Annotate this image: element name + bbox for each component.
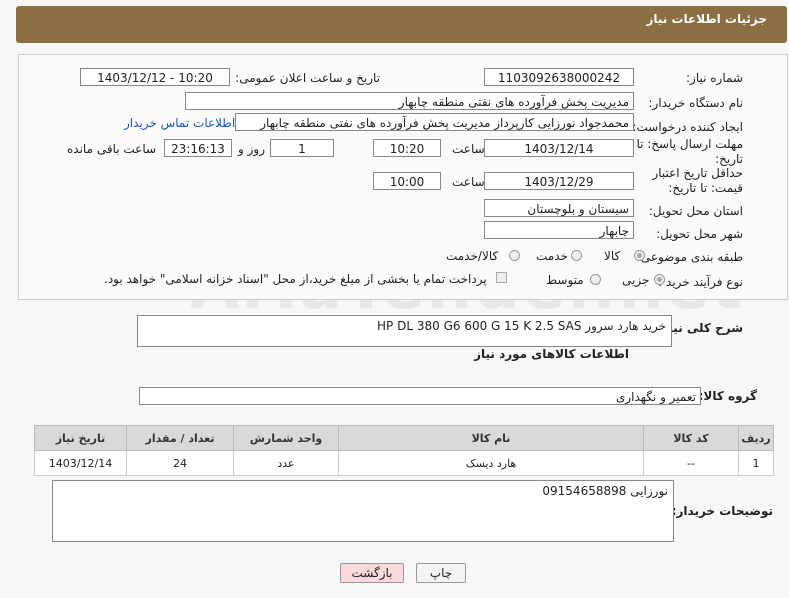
col-quantity: تعداد / مقدار [126, 425, 234, 451]
buyer-notes-field: نورزایی 09154658898 [52, 480, 674, 542]
buyer-notes-text: نورزایی 09154658898 [542, 484, 668, 498]
category-goods-radio[interactable] [634, 250, 645, 261]
col-need-date: تاریخ نیاز [34, 425, 127, 451]
validity-time-label: ساعت [452, 175, 485, 189]
reply-time-field: 10:20 [373, 139, 441, 157]
province-label: استان محل تحویل: [648, 204, 743, 218]
remaining-time-field: 23:16:13 [164, 139, 232, 157]
category-service-label: خدمت [536, 249, 568, 263]
reply-deadline-label: مهلت ارسال پاسخ: تا تاریخ: [636, 137, 743, 166]
cell-goods-code: -- [643, 450, 739, 476]
summary-text: خرید هارد سرور HP DL 380 G6 600 G 15 K 2… [377, 319, 666, 333]
announce-label: تاریخ و ساعت اعلان عمومی: [235, 71, 380, 85]
col-goods-name: نام کالا [338, 425, 644, 451]
cell-goods-name: هارد دیسک [338, 450, 644, 476]
price-validity-label: حداقل تاریخ اعتبار قیمت: تا تاریخ: [652, 166, 743, 195]
remaining-label: ساعت باقی مانده [67, 142, 157, 156]
category-both-radio[interactable] [509, 250, 520, 261]
category-both-label: کالا/خدمت [446, 249, 499, 263]
process-minor-label: جزیی [622, 273, 650, 287]
process-minor-radio[interactable] [654, 274, 665, 285]
days-field: 1 [270, 139, 334, 157]
goods-group-label: گروه کالا: [698, 389, 757, 403]
validity-date-field: 1403/12/29 [484, 172, 634, 190]
process-medium-label: متوسط [546, 273, 584, 287]
buyer-notes-label: توضیحات خریدار: [671, 504, 773, 518]
goods-group-field: تعمیر و نگهداری [139, 387, 701, 405]
need-number-field: 1103092638000242 [484, 68, 634, 86]
reply-time-label: ساعت [452, 142, 485, 156]
need-number-label: شماره نیاز: [686, 71, 743, 85]
cell-need-date: 1403/12/14 [34, 450, 127, 476]
back-button[interactable]: بازگشت [340, 563, 404, 583]
cell-quantity: 24 [126, 450, 234, 476]
treasury-payment-checkbox[interactable] [496, 272, 507, 283]
print-button[interactable]: چاپ [416, 563, 466, 583]
cell-row-number: 1 [738, 450, 774, 476]
contact-info-link[interactable]: اطلاعات تماس خریدار [124, 116, 235, 130]
announce-field: 1403/12/12 - 10:20 [80, 68, 230, 86]
process-label: نوع فرآیند خرید : [658, 275, 743, 289]
creator-field: محمدجواد نورزایی کارپرداز مدیریت پخش فرآ… [235, 113, 634, 131]
col-goods-code: کد کالا [643, 425, 739, 451]
city-label: شهر محل تحویل: [656, 227, 743, 241]
category-goods-label: کالا [604, 249, 621, 263]
province-field: سیستان و بلوچستان [484, 199, 634, 217]
goods-table: ردیف کد کالا نام کالا واحد شمارش تعداد /… [34, 425, 774, 476]
reply-date-field: 1403/12/14 [484, 139, 634, 157]
creator-label: ایجاد کننده درخواست: [632, 120, 743, 134]
days-label: روز و [238, 142, 265, 156]
col-row-number: ردیف [738, 425, 774, 451]
process-medium-radio[interactable] [590, 274, 601, 285]
table-row: 1 -- هارد دیسک عدد 24 1403/12/14 [34, 450, 774, 476]
cell-unit: عدد [233, 450, 339, 476]
buyer-org-field: مدیریت پخش فرآورده های نفتی منطقه چابهار [185, 92, 634, 110]
city-field: چابهار [484, 221, 634, 239]
page-title: جزئیات اطلاعات نیاز [646, 12, 767, 26]
category-label: طبقه بندی موضوعی: [636, 250, 743, 264]
validity-time-field: 10:00 [373, 172, 441, 190]
goods-info-title: اطلاعات کالاهای مورد نیاز [474, 347, 629, 361]
category-service-radio[interactable] [571, 250, 582, 261]
summary-field: خرید هارد سرور HP DL 380 G6 600 G 15 K 2… [137, 315, 672, 347]
col-unit: واحد شمارش [233, 425, 339, 451]
buyer-org-label: نام دستگاه خریدار: [648, 96, 744, 110]
treasury-payment-note: پرداخت تمام یا بخشی از مبلغ خرید،از محل … [104, 272, 487, 286]
